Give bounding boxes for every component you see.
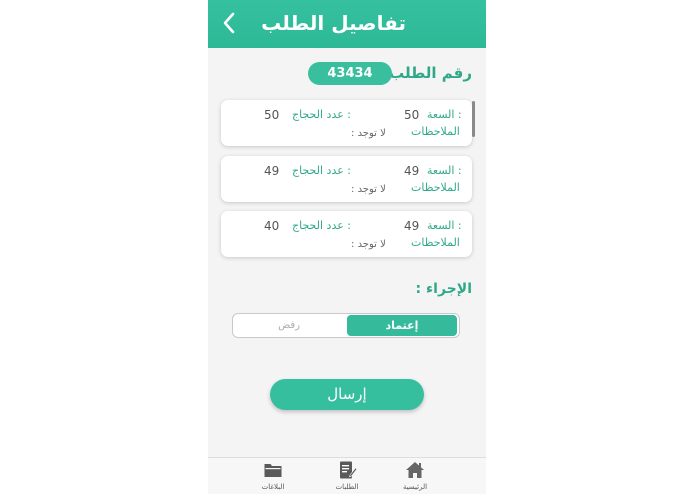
submit-button[interactable]: إرسال <box>270 379 424 410</box>
action-label: الإجراء : <box>415 281 472 297</box>
tab-requests[interactable]: الطلبات <box>324 460 370 494</box>
reject-option[interactable]: رفض <box>235 315 343 336</box>
capacity-value: 49 <box>404 219 420 233</box>
pilgrims-label: عدد الحجاج : <box>292 108 351 121</box>
order-number-label: رقم الطلب : <box>377 64 472 82</box>
capacity-value: 50 <box>404 108 420 122</box>
list-scrollbar[interactable] <box>472 101 475 137</box>
notes-value: : لا توجد <box>351 128 386 139</box>
approve-option[interactable]: إعتماد <box>347 315 457 336</box>
capacity-label: السعة : <box>427 219 462 232</box>
capacity-label: السعة : <box>427 164 462 177</box>
reports-folder-icon <box>264 464 282 477</box>
action-segmented-control: رفض إعتماد <box>232 313 460 338</box>
notes-value: : لا توجد <box>351 239 386 250</box>
order-number-badge: 43434 <box>308 62 392 85</box>
back-button[interactable] <box>218 9 242 37</box>
group-card: السعة : 49 عدد الحجاج : 49 الملاحظات : ل… <box>221 156 472 202</box>
tab-reports[interactable]: البلاغات <box>250 460 296 494</box>
tab-home-label: الرئيسية <box>402 483 428 491</box>
home-icon <box>406 462 424 478</box>
page-title: تفاصيل الطلب <box>261 11 406 35</box>
group-card: السعة : 49 عدد الحجاج : 40 الملاحظات : ل… <box>221 211 472 257</box>
pilgrims-value: 50 <box>264 108 280 122</box>
bottom-tab-bar: الرئيسية الطلبات البلاغات <box>208 457 486 494</box>
notes-label: الملاحظات <box>411 181 460 194</box>
group-card: السعة : 50 عدد الحجاج : 50 الملاحظات : ل… <box>221 100 472 146</box>
app-screen: تفاصيل الطلب رقم الطلب : 43434 السعة : 5… <box>208 0 486 494</box>
tab-reports-label: البلاغات <box>261 483 285 491</box>
capacity-value: 49 <box>404 164 420 178</box>
pilgrims-value: 49 <box>264 164 280 178</box>
pilgrims-label: عدد الحجاج : <box>292 164 351 177</box>
chevron-left-icon <box>223 12 235 34</box>
requests-icon <box>340 461 357 479</box>
header-bar: تفاصيل الطلب <box>208 0 486 48</box>
tab-requests-label: الطلبات <box>335 483 359 491</box>
notes-value: : لا توجد <box>351 184 386 195</box>
notes-label: الملاحظات <box>411 236 460 249</box>
notes-label: الملاحظات <box>411 125 460 138</box>
pilgrims-label: عدد الحجاج : <box>292 219 351 232</box>
tab-home[interactable]: الرئيسية <box>392 460 438 494</box>
groups-list[interactable]: السعة : 50 عدد الحجاج : 50 الملاحظات : ل… <box>220 98 476 264</box>
pilgrims-value: 40 <box>264 219 280 233</box>
capacity-label: السعة : <box>427 108 462 121</box>
